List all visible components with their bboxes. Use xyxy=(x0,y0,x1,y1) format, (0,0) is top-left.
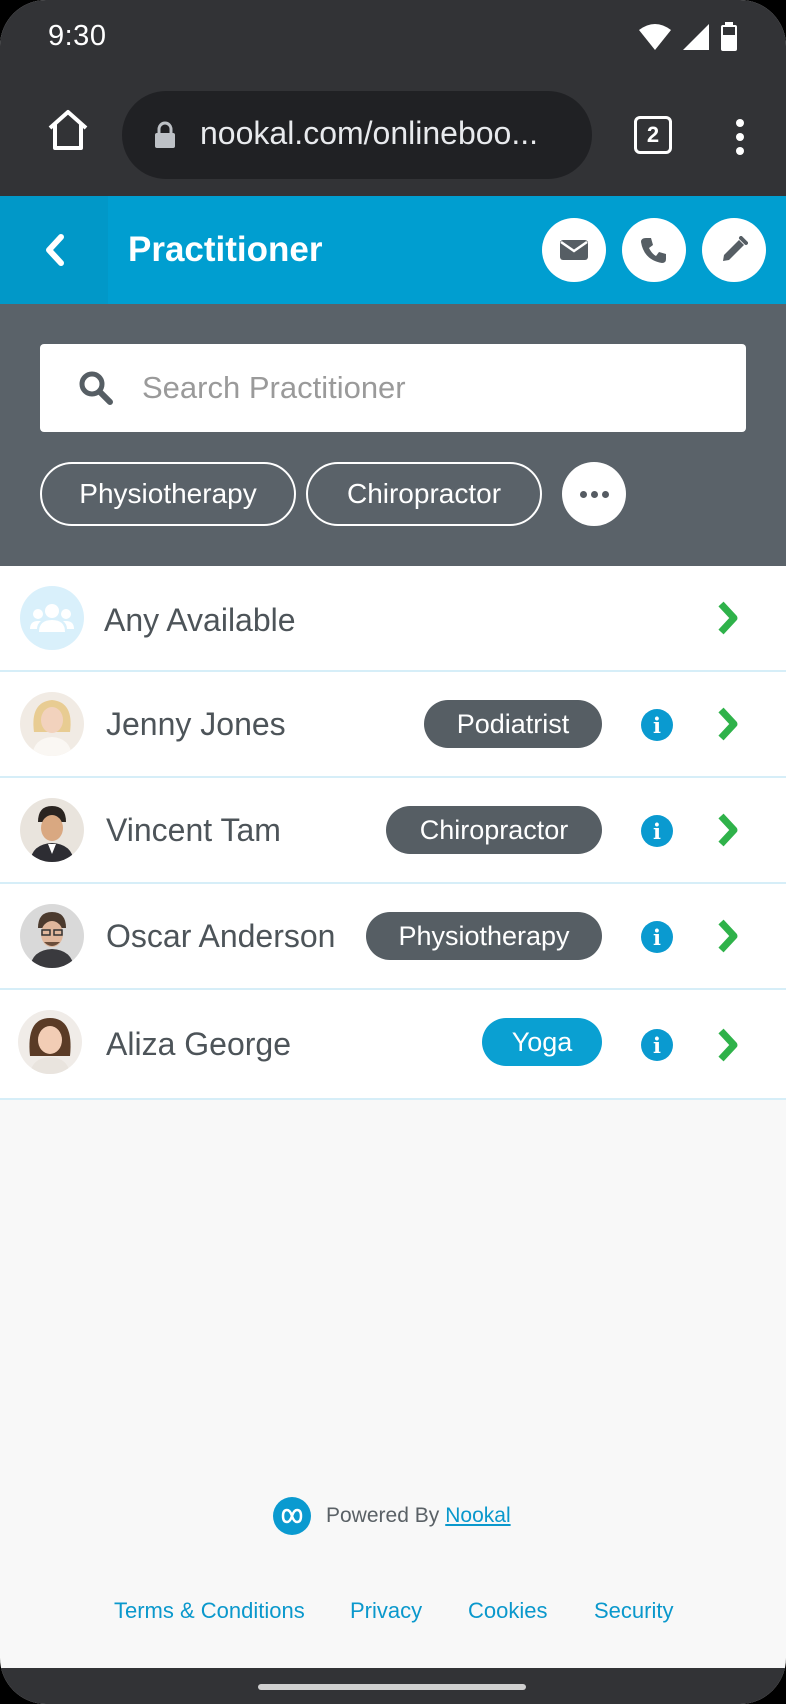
practitioner-name: Jenny Jones xyxy=(106,706,286,742)
phone-screen: 9:30 nookal.com/onlineboo... 2 Practitio… xyxy=(0,0,786,1704)
powered-by: Powered By Nookal xyxy=(272,1496,511,1536)
gesture-handle[interactable] xyxy=(258,1684,526,1690)
call-button[interactable] xyxy=(622,218,686,282)
search-panel: Search Practitioner Physiotherapy Chirop… xyxy=(0,304,786,566)
avatar xyxy=(18,1010,82,1074)
practitioner-list: Any Available Jenny Jones Podiatrist i V… xyxy=(0,566,786,1100)
specialty-badge: Yoga xyxy=(482,1018,602,1066)
pencil-icon xyxy=(723,236,748,261)
status-bar: 9:30 xyxy=(0,0,786,76)
back-button[interactable] xyxy=(0,196,108,304)
tab-switcher-button[interactable]: 2 xyxy=(634,116,672,154)
footer-links: Terms & Conditions Privacy Cookies Secur… xyxy=(0,1598,786,1628)
avatar xyxy=(20,692,84,756)
chevron-right-icon xyxy=(718,919,738,953)
chevron-right-icon xyxy=(718,601,738,635)
status-icons xyxy=(638,22,738,52)
system-nav-bar xyxy=(0,1668,786,1704)
info-icon[interactable]: i xyxy=(641,1029,673,1061)
app-header: Practitioner xyxy=(0,196,786,304)
avatar-photo-icon xyxy=(20,904,84,968)
lock-icon xyxy=(155,121,175,148)
users-icon xyxy=(30,604,74,632)
practitioner-name: Vincent Tam xyxy=(106,812,281,848)
filter-chip-chiropractor[interactable]: Chiropractor xyxy=(306,462,542,526)
chevron-right-icon xyxy=(718,1028,738,1062)
specialty-badge: Chiropractor xyxy=(386,806,602,854)
avatar-photo-icon xyxy=(20,692,84,756)
avatar xyxy=(20,798,84,862)
info-icon[interactable]: i xyxy=(641,815,673,847)
url-text: nookal.com/onlineboo... xyxy=(200,115,538,151)
browser-menu-icon[interactable] xyxy=(728,116,752,156)
url-bar[interactable]: nookal.com/onlineboo... xyxy=(122,91,592,179)
list-item-practitioner[interactable]: Jenny Jones Podiatrist i xyxy=(0,672,786,778)
browser-toolbar: nookal.com/onlineboo... 2 xyxy=(0,76,786,196)
signal-icon xyxy=(683,24,709,50)
terms-link[interactable]: Terms & Conditions xyxy=(114,1598,305,1624)
any-available-label: Any Available xyxy=(104,602,296,638)
email-button[interactable] xyxy=(542,218,606,282)
search-placeholder: Search Practitioner xyxy=(142,370,406,405)
avatar-photo-icon xyxy=(20,798,84,862)
search-icon xyxy=(79,371,113,405)
nookal-link[interactable]: Nookal xyxy=(445,1504,510,1528)
cookies-link[interactable]: Cookies xyxy=(468,1598,547,1624)
security-link[interactable]: Security xyxy=(594,1598,673,1624)
specialty-badge: Physiotherapy xyxy=(366,912,602,960)
list-item-any-available[interactable]: Any Available xyxy=(0,566,786,672)
practitioner-name: Oscar Anderson xyxy=(106,918,336,954)
avatar-photo-icon xyxy=(18,1010,82,1074)
info-icon[interactable]: i xyxy=(641,709,673,741)
list-item-practitioner[interactable]: Oscar Anderson Physiotherapy i xyxy=(0,884,786,990)
status-time: 9:30 xyxy=(48,20,107,52)
list-item-practitioner[interactable]: Vincent Tam Chiropractor i xyxy=(0,778,786,884)
chevron-right-icon xyxy=(718,813,738,847)
list-item-practitioner[interactable]: Aliza George Yoga i xyxy=(0,990,786,1100)
wifi-icon xyxy=(639,24,671,50)
filter-chip-physiotherapy[interactable]: Physiotherapy xyxy=(40,462,296,526)
powered-by-label: Powered By xyxy=(326,1504,440,1527)
group-avatar xyxy=(20,586,84,650)
practitioner-name: Aliza George xyxy=(106,1026,291,1062)
mail-icon xyxy=(560,240,588,260)
privacy-link[interactable]: Privacy xyxy=(350,1598,422,1624)
edit-button[interactable] xyxy=(702,218,766,282)
phone-icon xyxy=(641,238,666,263)
chevron-left-icon xyxy=(46,234,64,266)
specialty-badge: Podiatrist xyxy=(424,700,602,748)
more-filters-button[interactable] xyxy=(562,462,626,526)
search-input[interactable]: Search Practitioner xyxy=(40,344,746,432)
nookal-logo-icon xyxy=(273,1497,311,1535)
battery-icon xyxy=(721,22,737,51)
avatar xyxy=(20,904,84,968)
chevron-right-icon xyxy=(718,707,738,741)
home-icon[interactable] xyxy=(44,106,92,154)
page-title: Practitioner xyxy=(128,230,323,269)
info-icon[interactable]: i xyxy=(641,921,673,953)
